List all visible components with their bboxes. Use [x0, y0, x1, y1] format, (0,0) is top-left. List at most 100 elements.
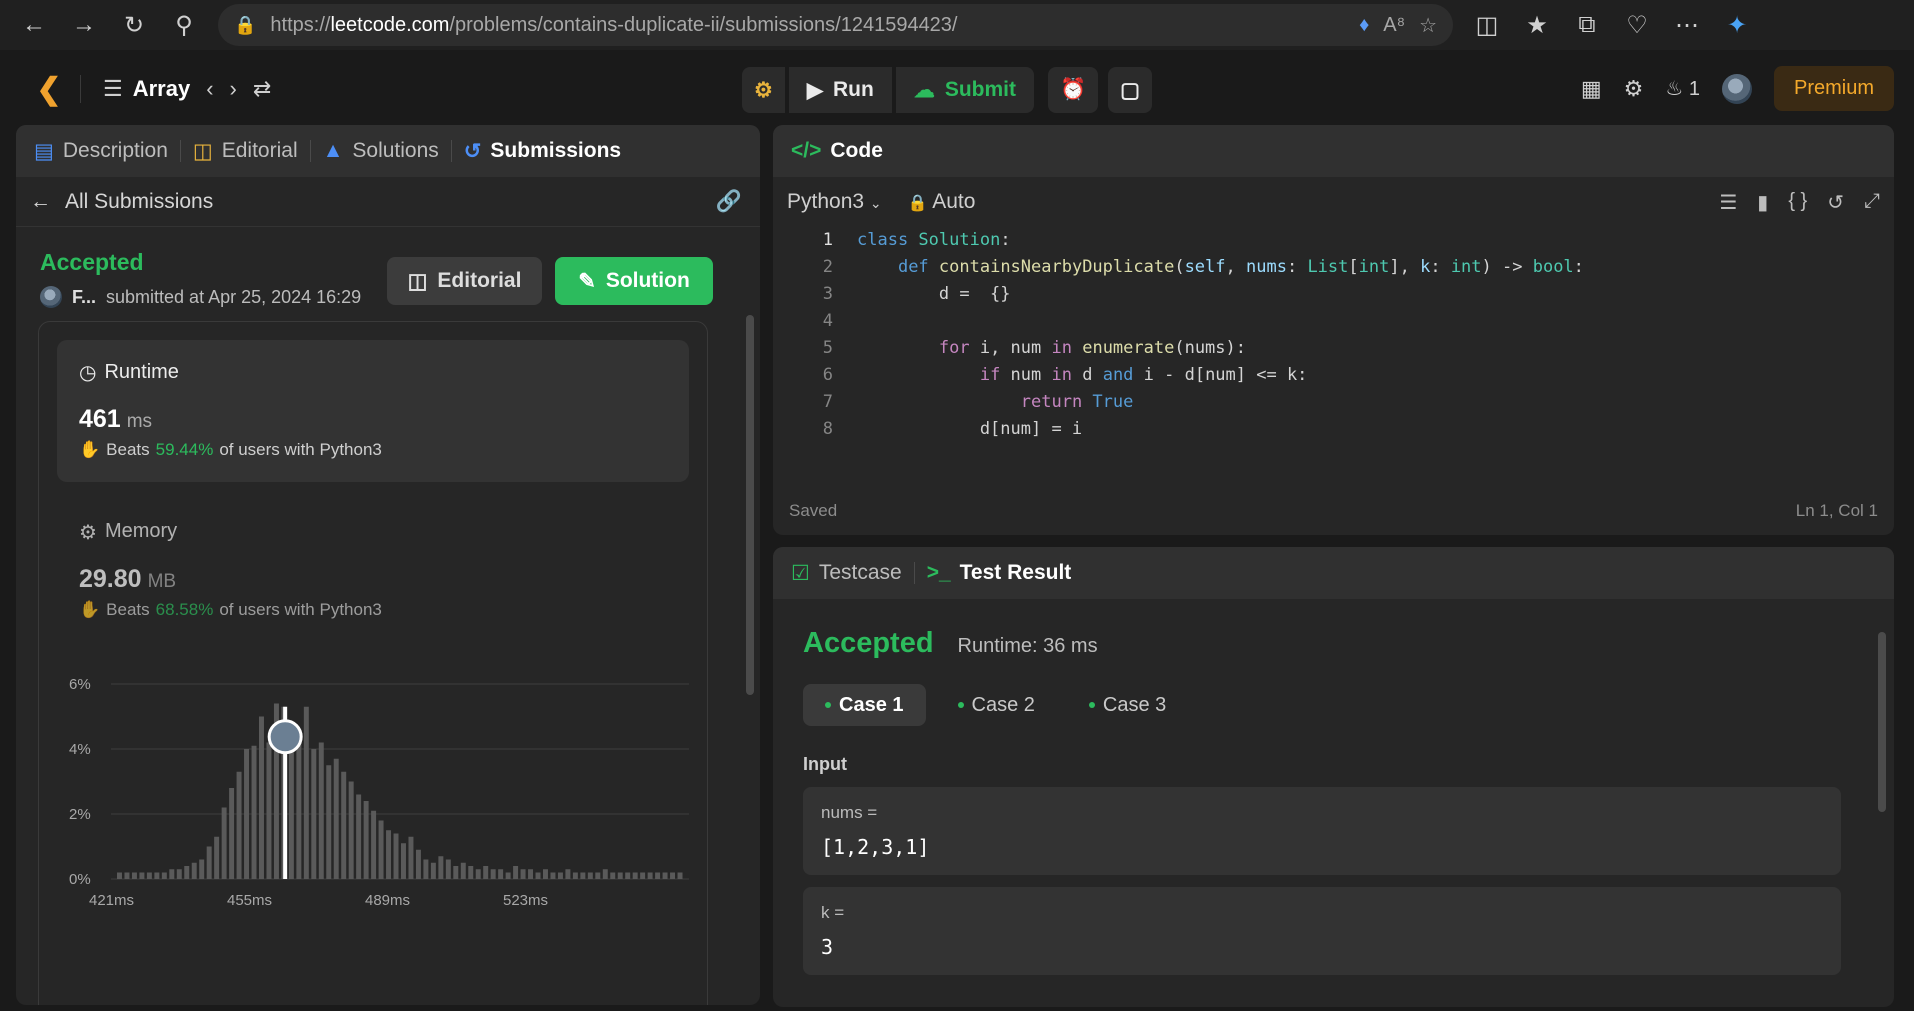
- distribution-bar[interactable]: [161, 872, 167, 880]
- distribution-bar[interactable]: [445, 859, 451, 880]
- distribution-bar[interactable]: [303, 706, 309, 879]
- solution-button[interactable]: ✎ Solution: [555, 257, 713, 305]
- distribution-bar[interactable]: [124, 872, 130, 880]
- distribution-bar[interactable]: [184, 866, 190, 879]
- tab-submissions[interactable]: ↺ Submissions: [464, 139, 621, 164]
- reset-icon[interactable]: ↺: [1827, 190, 1844, 215]
- case-tab-2[interactable]: Case 2: [936, 684, 1057, 726]
- format-icon[interactable]: ☰: [1719, 190, 1737, 215]
- distribution-bar[interactable]: [438, 856, 444, 879]
- distribution-bar[interactable]: [266, 742, 272, 880]
- distribution-bar[interactable]: [602, 869, 608, 879]
- layout-icon[interactable]: ▦: [1581, 76, 1602, 102]
- tab-solutions[interactable]: ▲ Solutions: [323, 139, 439, 163]
- tab-editorial[interactable]: ◫ Editorial: [193, 139, 298, 164]
- notes-button[interactable]: ▢: [1108, 67, 1152, 113]
- distribution-bar[interactable]: [483, 866, 489, 879]
- distribution-bar[interactable]: [670, 872, 676, 880]
- distribution-bar[interactable]: [572, 872, 578, 880]
- distribution-bar[interactable]: [356, 794, 362, 880]
- distribution-bar[interactable]: [154, 872, 160, 880]
- distribution-bar[interactable]: [565, 869, 571, 879]
- distribution-bar[interactable]: [423, 859, 429, 880]
- favorite-star-icon[interactable]: ☆: [1419, 13, 1437, 38]
- premium-button[interactable]: Premium: [1773, 66, 1894, 111]
- distribution-bar[interactable]: [386, 830, 392, 879]
- distribution-bar[interactable]: [176, 869, 182, 879]
- code-line[interactable]: 8 d[num] = i: [773, 416, 1894, 443]
- health-icon[interactable]: ♡: [1615, 5, 1659, 45]
- language-select[interactable]: Python3 ⌄: [787, 190, 882, 214]
- prev-problem-button[interactable]: ‹: [198, 76, 221, 102]
- distribution-bar[interactable]: [341, 771, 347, 879]
- tab-test-result[interactable]: >_ Test Result: [927, 561, 1072, 585]
- auto-mode[interactable]: 🔒 Auto: [908, 190, 976, 214]
- distribution-bar[interactable]: [408, 836, 414, 879]
- input-value[interactable]: 3: [821, 935, 1823, 959]
- distribution-bar[interactable]: [191, 862, 197, 879]
- address-bar[interactable]: 🔒 https://leetcode.com/problems/contains…: [218, 4, 1453, 46]
- tab-code[interactable]: </> Code: [791, 139, 883, 163]
- scrollbar[interactable]: [1878, 632, 1886, 812]
- user-avatar[interactable]: [1721, 73, 1752, 104]
- distribution-bar[interactable]: [169, 869, 175, 879]
- runtime-distribution-chart[interactable]: 6% 4% 2% 0% 421ms 455ms 489ms 523ms: [49, 662, 699, 952]
- distribution-bar[interactable]: [221, 807, 227, 880]
- code-line[interactable]: 3 d = {}: [773, 281, 1894, 308]
- runtime-box[interactable]: ◷ Runtime 461 ms ✋ Beats 59.44% of users with…: [57, 340, 689, 482]
- distribution-bar[interactable]: [625, 872, 631, 880]
- code-line[interactable]: 4: [773, 308, 1894, 335]
- distribution-bar[interactable]: [131, 872, 137, 880]
- distribution-bar[interactable]: [647, 872, 653, 880]
- distribution-bar[interactable]: [229, 788, 235, 879]
- distribution-bar[interactable]: [415, 849, 421, 879]
- favorites-icon[interactable]: ★: [1515, 5, 1559, 45]
- code-line[interactable]: 7 return True: [773, 389, 1894, 416]
- expand-icon[interactable]: ⤢: [1864, 190, 1880, 215]
- distribution-bar[interactable]: [236, 771, 242, 879]
- leetcode-logo-icon[interactable]: ❮: [32, 72, 66, 106]
- streak-counter[interactable]: ♨ 1: [1665, 76, 1700, 101]
- distribution-bar[interactable]: [117, 872, 122, 880]
- distribution-bar[interactable]: [348, 781, 354, 880]
- distribution-bar[interactable]: [610, 872, 616, 880]
- refresh-icon[interactable]: ↻: [112, 5, 156, 45]
- distribution-bar[interactable]: [206, 846, 212, 880]
- username[interactable]: F...: [72, 287, 96, 308]
- distribution-bar[interactable]: [251, 745, 257, 879]
- distribution-bar[interactable]: [199, 859, 205, 880]
- avatar[interactable]: [40, 286, 62, 308]
- distribution-bar[interactable]: [587, 872, 593, 880]
- distribution-bar[interactable]: [401, 843, 406, 879]
- more-icon[interactable]: ⋯: [1665, 5, 1709, 45]
- distribution-bar[interactable]: [498, 869, 504, 879]
- code-line[interactable]: 1 class Solution:: [773, 227, 1894, 254]
- distribution-bar[interactable]: [296, 736, 302, 879]
- all-submissions-link[interactable]: All Submissions: [65, 190, 213, 214]
- distribution-bar[interactable]: [475, 869, 481, 879]
- tag-icon[interactable]: ♦: [1359, 14, 1369, 37]
- distribution-bar[interactable]: [580, 872, 586, 880]
- search-icon[interactable]: ⚲: [162, 5, 206, 45]
- distribution-bar[interactable]: [460, 862, 466, 879]
- editorial-button[interactable]: ◫ Editorial: [387, 257, 542, 305]
- tab-description[interactable]: ▤ Description: [34, 139, 168, 164]
- distribution-bar[interactable]: [333, 758, 339, 879]
- back-arrow-icon[interactable]: ←: [12, 5, 56, 45]
- distribution-bar[interactable]: [430, 862, 436, 879]
- next-problem-button[interactable]: ›: [222, 76, 245, 102]
- distribution-bar[interactable]: [505, 872, 511, 880]
- distribution-bar[interactable]: [468, 866, 474, 879]
- distribution-bar[interactable]: [520, 869, 526, 879]
- distribution-bar[interactable]: [244, 749, 250, 879]
- braces-icon[interactable]: { }: [1788, 190, 1807, 215]
- tab-testcase[interactable]: ☑ Testcase: [791, 561, 902, 586]
- distribution-bar[interactable]: [543, 869, 548, 879]
- distribution-bar[interactable]: [214, 836, 220, 879]
- distribution-bar[interactable]: [139, 872, 145, 880]
- your-submission-avatar[interactable]: [267, 719, 303, 755]
- distribution-bar[interactable]: [146, 872, 152, 880]
- collections-icon[interactable]: ⧉: [1565, 5, 1609, 45]
- case-tab-3[interactable]: Case 3: [1067, 684, 1188, 726]
- distribution-bar[interactable]: [632, 872, 638, 880]
